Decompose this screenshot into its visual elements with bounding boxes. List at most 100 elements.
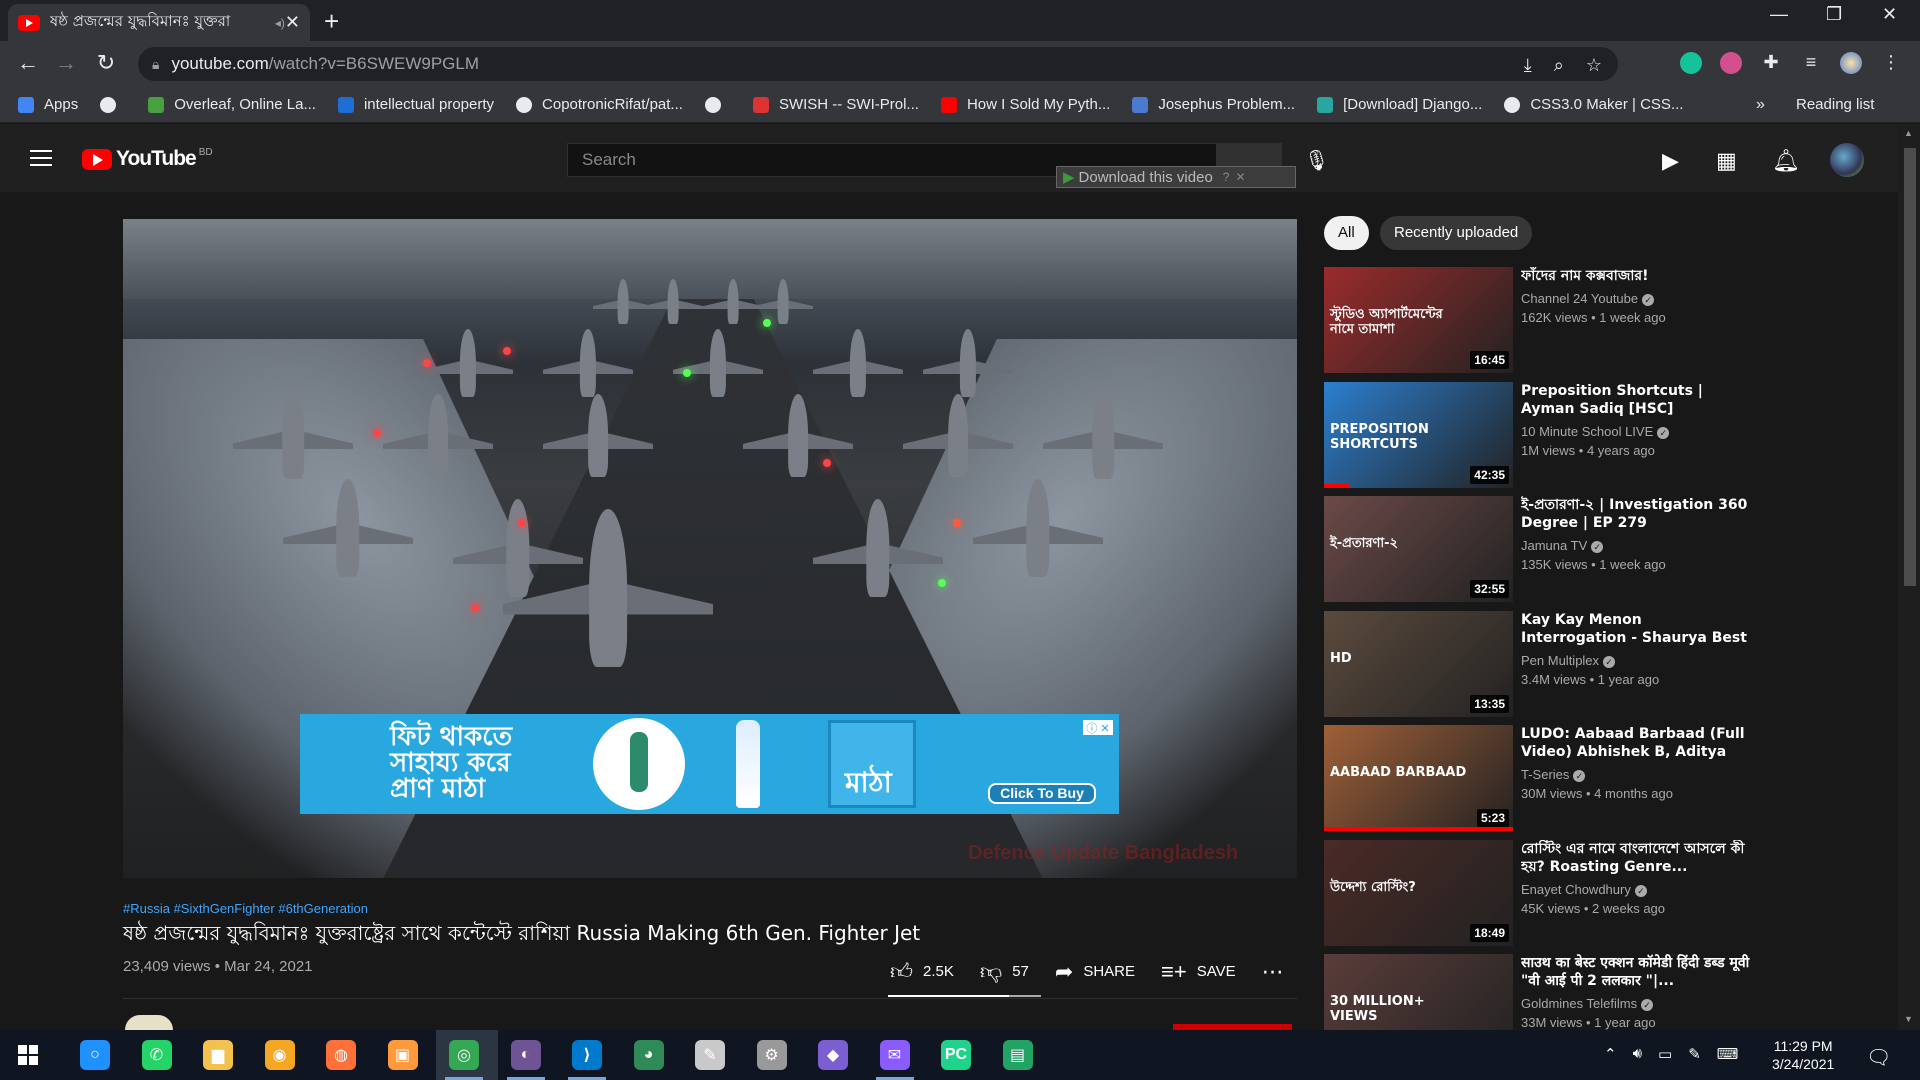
cortana-icon[interactable]: ○ [80,1040,110,1070]
install-app-icon[interactable]: ⤓ [1524,55,1532,76]
bookmark-item[interactable]: [Download] Django... [1317,96,1482,113]
reading-list-button[interactable]: Reading list [1796,87,1874,123]
recommended-channel[interactable]: Jamuna TV ✓ [1521,538,1604,553]
settings-app-icon[interactable]: ⚙ [756,1040,787,1070]
video-thumbnail[interactable]: PREPOSITION SHORTCUTS 42:35 [1324,381,1513,488]
notification-center-icon[interactable]: 🗨︎ [1866,1045,1891,1070]
recommended-channel[interactable]: 10 Minute School LIVE ✓ [1521,424,1670,439]
recommended-title[interactable]: রোস্টিং এর নামে বাংলাদেশে আসলে কী হয়? R… [1521,840,1751,876]
recommended-channel[interactable]: Goldmines Telefilms ✓ [1521,996,1654,1011]
recommended-channel[interactable]: Channel 24 Youtube ✓ [1521,291,1655,306]
scroll-down-icon[interactable]: ▼ [1904,1014,1913,1024]
browser-menu-icon[interactable]: ⋮ [1880,52,1902,74]
excel-icon[interactable]: ▤ [1002,1040,1033,1070]
chip-recently-uploaded[interactable]: Recently uploaded [1380,216,1533,250]
microphone-icon[interactable]: 🎙︎ [1304,148,1329,173]
recommended-video[interactable]: উদ্দেশ্য রোস্টিং? 18:49 রোস্টিং এর নামে বা… [1324,839,1744,946]
bookmark-item[interactable]: Josephus Problem... [1132,96,1295,113]
reload-icon[interactable]: ↻ [92,50,120,76]
ad-click-to-buy-button[interactable]: Click To Buy [988,783,1096,804]
extension-icon[interactable] [1720,52,1742,74]
more-actions-button[interactable]: ⋯ [1262,959,1294,985]
keyboard-icon[interactable]: ⌨ [1717,1045,1739,1063]
pen-icon[interactable]: ✎ [1688,1045,1701,1063]
like-button[interactable]: 👍︎ 2.5K [890,958,954,985]
ad-overlay-banner[interactable]: ফিট থাকতে সাহায্য করে প্রাণ মাঠা মাঠা Cl… [300,714,1119,814]
zoom-icon[interactable]: ⌕ [1554,55,1564,76]
brave-icon[interactable]: ◉ [264,1040,295,1070]
photo-app-icon[interactable]: ▣ [387,1040,418,1070]
back-icon[interactable]: ← [14,50,42,76]
address-bar[interactable]: 🔒︎ youtube.com/watch?v=B6SWEW9PGLM ⤓ ⌕ ☆ [138,47,1618,81]
channel-avatar[interactable] [125,1015,173,1030]
save-button[interactable]: ≡+ SAVE [1161,959,1236,985]
bookmark-star-icon[interactable]: ☆ [1586,55,1602,76]
media-control-icon[interactable]: ≡ [1800,52,1822,74]
bookmark-item[interactable]: Overleaf, Online La... [148,96,316,113]
github-icon[interactable]: ◐ [510,1040,541,1070]
account-avatar[interactable] [1830,143,1864,177]
restore-icon[interactable]: ❐ [1826,4,1842,25]
help-icon[interactable]: ? [1223,170,1230,184]
vscode-icon[interactable]: ⟩ [572,1040,602,1070]
extensions-puzzle-icon[interactable]: ✚ [1760,52,1782,74]
recommended-title[interactable]: LUDO: Aabaad Barbaad (Full Video) Abhish… [1521,725,1751,761]
bookmark-item[interactable] [704,96,731,113]
video-thumbnail[interactable]: স্টুডিও অ্যাপার্টমেন্টের নামে তামাশা 16:4… [1324,267,1513,373]
video-hashtags[interactable]: #Russia #SixthGenFighter #6thGeneration [123,901,368,916]
visual-studio-icon[interactable]: ◆ [818,1040,848,1070]
recommended-title[interactable]: ই-প্রতারণা-২ | Investigation 360 Degree … [1521,496,1751,532]
overlay-close-icon[interactable]: ✕ [1235,170,1245,184]
dislike-button[interactable]: 👎︎ 57 [980,958,1029,985]
recommended-title[interactable]: Preposition Shortcuts | Ayman Sadiq [HSC… [1521,382,1751,418]
recommended-video[interactable]: HD 13:35 Kay Kay Menon Interrogation - Sha… [1324,610,1747,717]
scroll-up-icon[interactable]: ▲ [1904,128,1913,138]
pycharm-icon[interactable]: PC [941,1040,971,1070]
chrome-icon[interactable]: ◎ [449,1040,479,1070]
video-thumbnail[interactable]: AABAAD BARBAAD 5:23 [1324,725,1513,831]
recommended-channel[interactable]: T-Series ✓ [1521,767,1586,782]
taskbar-clock[interactable]: 11:29 PM 3/24/2021 [1772,1037,1834,1073]
bookmarks-overflow-button[interactable]: » [1756,87,1765,123]
bookmark-item[interactable] [100,96,126,113]
firefox-icon[interactable]: ◍ [326,1040,356,1070]
lock-icon[interactable]: 🔒︎ [152,56,159,73]
bookmark-item[interactable]: Apps [18,96,78,113]
file-explorer-icon[interactable]: ▆ [203,1040,233,1070]
bookmark-item[interactable]: How I Sold My Pyth... [940,96,1110,113]
maps-app-icon[interactable]: ◕ [633,1040,664,1070]
recommended-title[interactable]: साउथ का बेस्ट एक्शन कॉमेडी हिंदी डब्ड मू… [1521,954,1751,990]
recommended-video[interactable]: স্টুডিও অ্যাপার্টমেন্টের নামে তামাশা 16:4… [1324,267,1744,373]
windows-start-icon[interactable] [18,1045,38,1065]
tab-close-icon[interactable]: ✕ [285,12,300,33]
scrollbar-thumb[interactable] [1904,148,1916,586]
chip-all[interactable]: All [1324,216,1369,250]
minimize-icon[interactable]: — [1770,4,1788,25]
apps-grid-icon[interactable]: ▦ [1716,148,1737,174]
window-close-icon[interactable]: ✕ [1882,4,1897,25]
bookmark-item[interactable]: CopotronicRifat/pat... [516,96,683,113]
messenger-icon[interactable]: ✉ [879,1040,910,1070]
profile-avatar-icon[interactable] [1840,52,1862,74]
notifications-bell-icon[interactable]: 🔔︎ [1772,148,1800,174]
download-video-overlay[interactable]: ▶ Download this video ? ✕ [1056,166,1296,188]
grammarly-extension-icon[interactable] [1680,52,1702,74]
recommended-channel[interactable]: Pen Multiplex ✓ [1521,653,1616,668]
active-tab[interactable]: ষষ্ঠ প্রজন্মের যুদ্ধবিমানঃ যুক্তরা ◂) ✕ [8,4,310,41]
bookmark-item[interactable]: CSS3.0 Maker | CSS... [1504,96,1683,113]
video-thumbnail[interactable]: HD 13:35 [1324,610,1513,717]
recommended-channel[interactable]: Enayet Chowdhury ✓ [1521,882,1647,897]
new-tab-button[interactable]: + [324,6,339,37]
recommended-video[interactable]: ই-প্রতারণা-২ 32:55 ই-প্রতারণা-২ | Investig… [1324,496,1747,602]
recommended-video[interactable]: PREPOSITION SHORTCUTS 42:35 Preposition Sh… [1324,381,1744,488]
menu-hamburger-icon[interactable] [30,150,52,166]
paint-icon[interactable]: ✎ [695,1040,725,1070]
whatsapp-icon[interactable]: ✆ [141,1040,172,1070]
create-video-icon[interactable]: ▶︎ [1662,148,1679,174]
tray-chevron-icon[interactable]: ⌃ [1604,1045,1617,1063]
video-thumbnail[interactable]: ই-প্রতারণা-২ 32:55 [1324,496,1513,602]
share-button[interactable]: ➦ SHARE [1055,959,1135,985]
forward-icon[interactable]: → [52,50,80,76]
volume-icon[interactable]: 🔊︎ [1633,1045,1642,1063]
video-thumbnail[interactable]: উদ্দেশ্য রোস্টিং? 18:49 [1324,839,1513,946]
